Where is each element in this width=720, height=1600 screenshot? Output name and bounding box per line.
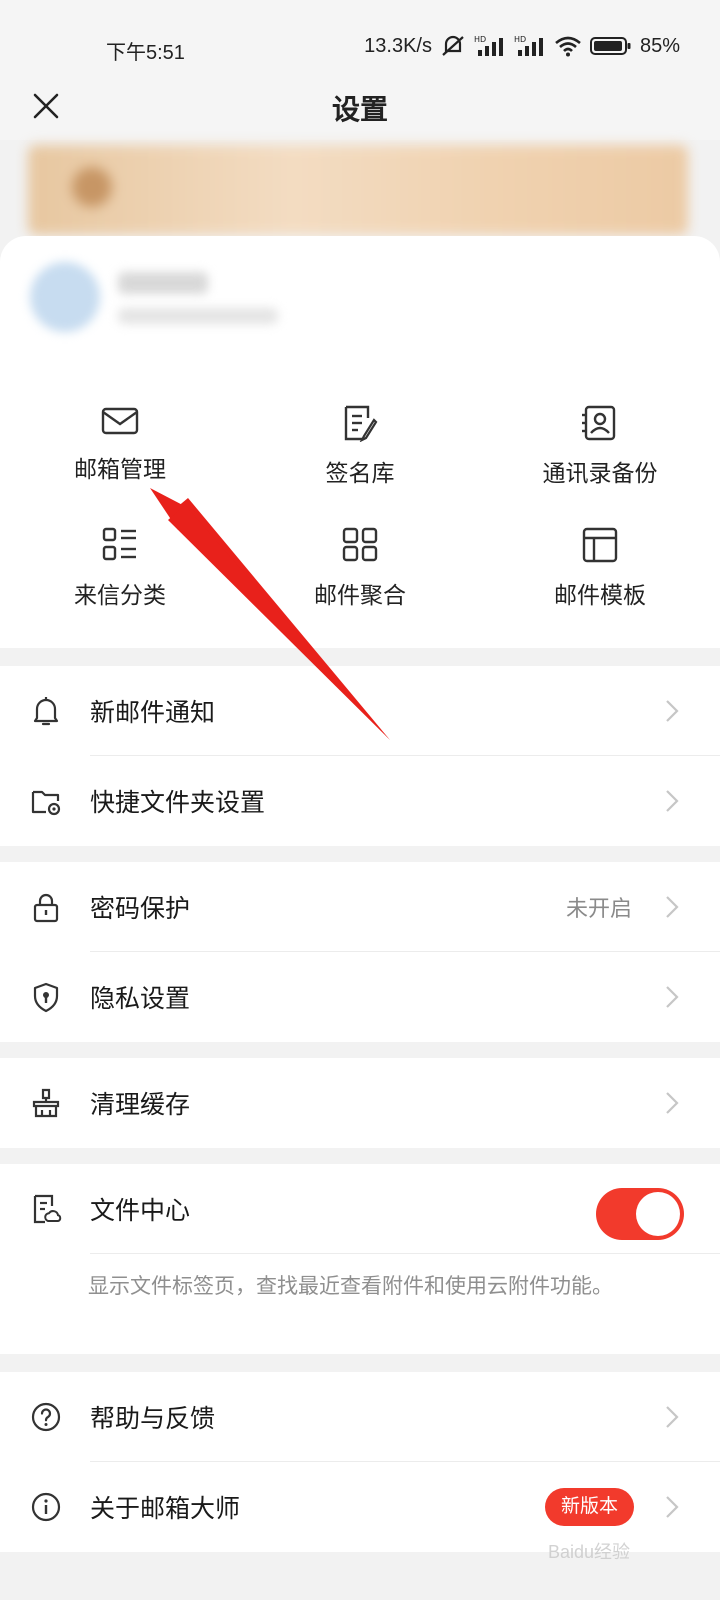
grid-label: 邮件聚合 [314, 582, 406, 608]
help-icon [31, 1402, 61, 1432]
grid-aggregate-icon [342, 527, 378, 562]
network-speed: 13.3K/s [364, 34, 432, 57]
new-version-badge: 新版本 [544, 1488, 634, 1526]
row-new-mail-notification[interactable]: 新邮件通知 [0, 666, 720, 756]
contact-backup-icon [582, 405, 616, 441]
status-indicators: 13.3K/s HD HD 85% [364, 34, 680, 58]
row-label: 关于邮箱大师 [90, 1495, 241, 1523]
grid-label: 来信分类 [74, 582, 166, 608]
grid-item-mailbox-management[interactable]: 邮箱管理 [0, 404, 240, 514]
toggle-knob [636, 1192, 680, 1236]
grid-item-mail-aggregation[interactable]: 邮件聚合 [240, 526, 480, 636]
avatar [30, 262, 100, 332]
divider [90, 1253, 720, 1254]
grid-item-contact-backup[interactable]: 通讯录备份 [480, 404, 720, 514]
row-label: 文件中心 [90, 1197, 191, 1225]
svg-text:HD: HD [514, 35, 526, 44]
chevron-right-icon [666, 1496, 679, 1518]
grid-item-signature-library[interactable]: 签名库 [240, 404, 480, 514]
account-email-blurred [118, 308, 278, 324]
folder-settings-icon [31, 790, 61, 816]
grid-label: 签名库 [325, 460, 395, 486]
row-quick-folder-settings[interactable]: 快捷文件夹设置 [0, 756, 720, 846]
grid-label: 通讯录备份 [542, 460, 658, 486]
list-category-icon [102, 527, 136, 561]
group-storage: 清理缓存 [0, 1058, 720, 1148]
chevron-right-icon [666, 1092, 679, 1114]
chevron-right-icon [666, 1406, 679, 1428]
file-cloud-icon [33, 1194, 62, 1224]
row-password-protection[interactable]: 密码保护 未开启 [0, 862, 720, 952]
row-privacy-settings[interactable]: 隐私设置 [0, 952, 720, 1042]
grid-item-mail-template[interactable]: 邮件模板 [480, 526, 720, 636]
banner-avatar [72, 167, 112, 207]
password-status: 未开启 [565, 896, 632, 921]
row-label: 密码保护 [90, 895, 191, 923]
battery-level: 85% [639, 34, 680, 57]
watermark: Baidu经验 [548, 1542, 631, 1562]
row-label: 新邮件通知 [90, 699, 216, 727]
row-help-feedback[interactable]: 帮助与反馈 [0, 1372, 720, 1462]
grid-label: 邮件模板 [554, 582, 646, 608]
row-clear-cache[interactable]: 清理缓存 [0, 1058, 720, 1148]
signature-icon [344, 405, 378, 442]
signal-icon-1: HD [474, 35, 503, 56]
group-security: 密码保护 未开启 隐私设置 [0, 862, 720, 1042]
lock-icon [33, 893, 59, 923]
chevron-right-icon [666, 986, 679, 1008]
row-label: 快捷文件夹设置 [90, 789, 266, 817]
chevron-right-icon [666, 896, 679, 918]
account-name-blurred [118, 272, 208, 294]
file-center-toggle[interactable] [596, 1188, 684, 1240]
account-card[interactable] [0, 236, 720, 364]
group-files: 文件中心 显示文件标签页，查找最近查看附件和使用云附件功能。 [0, 1164, 720, 1354]
chevron-right-icon [666, 790, 679, 812]
mail-icon [101, 407, 139, 435]
battery-icon [589, 37, 631, 55]
chevron-right-icon [666, 700, 679, 722]
account-banner[interactable] [28, 145, 688, 235]
status-time: 下午5:51 [106, 42, 185, 64]
grid-label: 邮箱管理 [74, 456, 166, 482]
bell-icon [33, 697, 59, 726]
page-title: 设置 [331, 94, 388, 125]
signal-icon-2: HD [514, 35, 543, 56]
mute-icon [442, 35, 464, 56]
feature-grid: 邮箱管理 签名库 通讯录备份 来信分类 邮件聚合 邮件模板 [0, 364, 720, 648]
broom-icon [32, 1088, 60, 1118]
row-file-center: 文件中心 [0, 1164, 720, 1254]
file-center-description: 显示文件标签页，查找最近查看附件和使用云附件功能。 [88, 1275, 613, 1298]
row-label: 清理缓存 [90, 1091, 191, 1119]
svg-text:HD: HD [474, 35, 486, 44]
row-label: 隐私设置 [90, 985, 191, 1013]
group-notifications: 新邮件通知 快捷文件夹设置 [0, 666, 720, 846]
template-icon [582, 527, 618, 563]
group-about: 帮助与反馈 关于邮箱大师 新版本 [0, 1372, 720, 1552]
row-label: 帮助与反馈 [90, 1405, 216, 1433]
grid-item-mail-category[interactable]: 来信分类 [0, 526, 240, 636]
wifi-icon [555, 36, 581, 57]
shield-icon [33, 982, 59, 1013]
info-icon [31, 1492, 61, 1522]
header: 设置 [0, 70, 720, 140]
